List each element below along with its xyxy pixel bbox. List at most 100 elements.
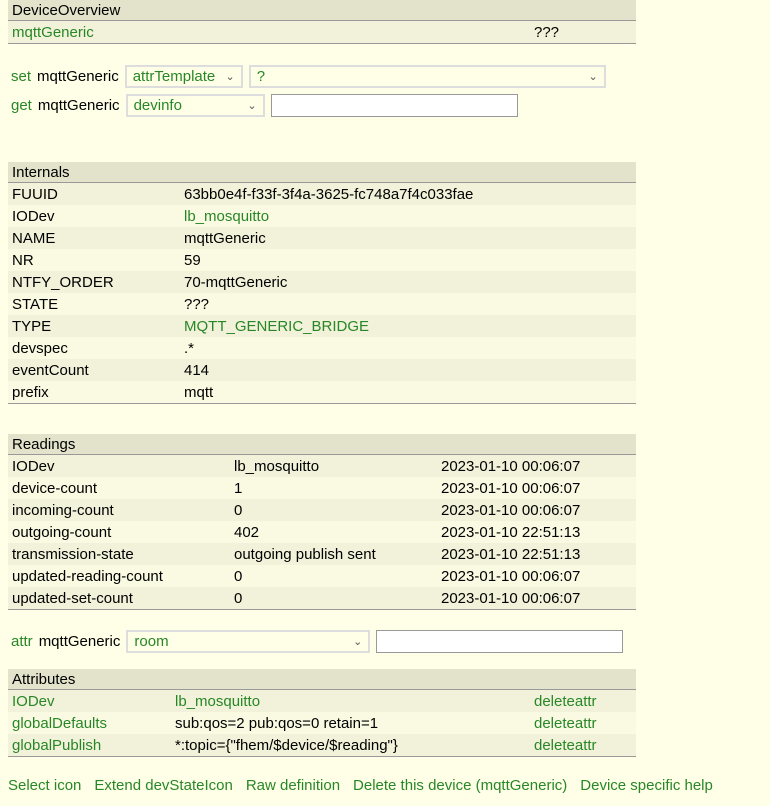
table-row: updated-set-count 0 2023-01-10 00:06:07	[8, 587, 636, 610]
table-row: outgoing-count 402 2023-01-10 22:51:13	[8, 521, 636, 543]
value-cell: 59	[184, 251, 201, 269]
table-row: STATE???	[8, 293, 636, 315]
get-select-value: devinfo	[133, 97, 182, 114]
section-title: Internals	[12, 163, 70, 181]
table-row: updated-reading-count 0 2023-01-10 00:06:0…	[8, 565, 636, 587]
attr-button[interactable]: attr	[11, 633, 33, 650]
table-row: globalDefaults sub:qos=2 pub:qos=0 retain…	[8, 712, 636, 734]
name-cell: prefix	[12, 383, 49, 401]
name-cell: STATE	[12, 295, 59, 313]
attr-value-input[interactable]	[376, 630, 624, 653]
table-row: transmission-state outgoing publish sent 2…	[8, 543, 636, 565]
extra-cell: 2023-01-10 00:06:07	[441, 479, 581, 497]
attr-device: mqttGeneric	[38, 633, 121, 650]
footer-link[interactable]: Raw definition	[246, 777, 340, 794]
footer-links: Select icon Extend devStateIcon Raw defini…	[8, 777, 713, 794]
value-cell: 70-mqttGeneric	[184, 273, 288, 291]
set-command-row: set mqttGeneric attrTemplate ⌄ ? ⌄	[11, 65, 606, 88]
table-row: NR 59	[8, 249, 636, 271]
table-row: eventCount 414	[8, 359, 636, 381]
extra-cell: 2023-01-10 00:06:07	[441, 501, 581, 519]
device-overview-table: DeviceOverview mqttGeneric???	[8, 0, 636, 44]
chevron-down-icon: ⌄	[353, 636, 363, 648]
table-row: IODev lb_mosquitto	[8, 205, 636, 227]
value-cell: outgoing publish sent	[234, 545, 376, 563]
attr-select[interactable]: room ⌄	[126, 630, 371, 653]
name-cell: IODev	[12, 457, 55, 475]
footer-link[interactable]: Extend devStateIcon	[94, 777, 232, 794]
value-cell: 0	[234, 501, 243, 519]
value-cell: ???	[184, 295, 210, 313]
table-row: prefix mqtt	[8, 381, 636, 404]
name-cell[interactable]: globalDefaults	[8, 712, 171, 734]
table-row: NTFY_ORDER 70-mqttGeneric	[8, 271, 636, 293]
internals-table: Internals FUUID 63bb0e4f-f33f-3f4a-3625-f…	[8, 162, 636, 404]
extra-cell[interactable]: deleteattr	[530, 712, 636, 734]
get-command-select[interactable]: devinfo ⌄	[125, 94, 265, 117]
chevron-down-icon: ⌄	[247, 100, 257, 112]
footer-link[interactable]: Device specific help	[580, 777, 713, 794]
table-row: FUUID 63bb0e4f-f33f-3f4a-3625-fc748a7f4c0…	[8, 182, 636, 205]
name-cell: device-count	[12, 479, 98, 497]
value-cell[interactable]: lb_mosquitto	[180, 205, 636, 227]
table-row: globalPublish *:topic={"fhem/$device/$rea…	[8, 734, 636, 757]
value-cell: 63bb0e4f-f33f-3f4a-3625-fc748a7f4c033fae	[184, 185, 474, 203]
extra-cell: 2023-01-10 00:06:07	[441, 589, 581, 607]
name-cell: NTFY_ORDER	[12, 273, 114, 291]
footer-link[interactable]: Select icon	[8, 777, 81, 794]
name-cell[interactable]: IODev	[8, 690, 171, 713]
value-cell: 0	[234, 567, 243, 585]
extra-cell: 2023-01-10 00:06:07	[441, 567, 581, 585]
value-cell: 402	[234, 523, 260, 541]
value-cell: 0	[234, 589, 243, 607]
value-cell: 414	[184, 361, 210, 379]
value-cell: sub:qos=2 pub:qos=0 retain=1	[175, 714, 379, 732]
chevron-down-icon: ⌄	[225, 71, 235, 83]
table-row: incoming-count 0 2023-01-10 00:06:07	[8, 499, 636, 521]
get-device: mqttGeneric	[37, 97, 120, 114]
value-cell: mqttGeneric	[184, 229, 266, 247]
set-button[interactable]: set	[11, 68, 31, 85]
set-value-select[interactable]: ? ⌄	[248, 65, 606, 88]
get-value-input[interactable]	[270, 94, 518, 117]
set-select-value: attrTemplate	[132, 68, 216, 85]
name-cell: outgoing-count	[12, 523, 112, 541]
attr-command-row: attr mqttGeneric room ⌄	[11, 630, 624, 653]
footer-link[interactable]: Delete this device (mqttGeneric)	[353, 777, 567, 794]
name-cell[interactable]: globalPublish	[8, 734, 171, 757]
extra-cell[interactable]: deleteattr	[530, 734, 636, 757]
value-cell[interactable]: lb_mosquitto	[171, 690, 530, 713]
table-row: NAME mqttGeneric	[8, 227, 636, 249]
chevron-down-icon: ⌄	[588, 71, 598, 83]
name-cell: NR	[12, 251, 34, 269]
get-command-row: get mqttGeneric devinfo ⌄	[11, 94, 518, 117]
table-row: IODev lb_mosquitto 2023-01-10 00:06:07	[8, 454, 636, 477]
section-title: DeviceOverview	[12, 1, 121, 19]
name-cell: transmission-state	[12, 545, 134, 563]
extra-cell: 2023-01-10 22:51:13	[441, 545, 581, 563]
name-cell: FUUID	[12, 185, 58, 203]
set-command-select[interactable]: attrTemplate ⌄	[124, 65, 243, 88]
extra-cell: 2023-01-10 00:06:07	[441, 457, 581, 475]
section-title: Readings	[12, 435, 76, 453]
extra-cell[interactable]: deleteattr	[530, 690, 636, 713]
table-row: IODev lb_mosquitto deleteattr	[8, 689, 636, 713]
get-button[interactable]: get	[11, 97, 32, 114]
table-row: devspec .*	[8, 337, 636, 359]
attributes-table: Attributes IODev lb_mosquitto deleteattr gl…	[8, 669, 636, 757]
value-cell[interactable]: MQTT_GENERIC_BRIDGE	[180, 315, 636, 337]
extra-cell: 2023-01-10 22:51:13	[441, 523, 581, 541]
attr-select-value: room	[134, 633, 169, 650]
set-device: mqttGeneric	[37, 68, 119, 85]
name-cell: updated-set-count	[12, 589, 133, 607]
set-value-text: ?	[256, 68, 266, 85]
value-cell: *:topic={"fhem/$device/$reading"}	[175, 736, 398, 754]
value-cell: 1	[234, 479, 243, 497]
table-row: device-count 1 2023-01-10 00:06:07	[8, 477, 636, 499]
name-cell: updated-reading-count	[12, 567, 163, 585]
name-cell: NAME	[12, 229, 56, 247]
device-state: ???	[534, 23, 560, 41]
value-cell: .*	[184, 339, 195, 357]
device-link[interactable]: mqttGeneric	[8, 21, 534, 44]
name-cell: TYPE	[12, 317, 52, 335]
